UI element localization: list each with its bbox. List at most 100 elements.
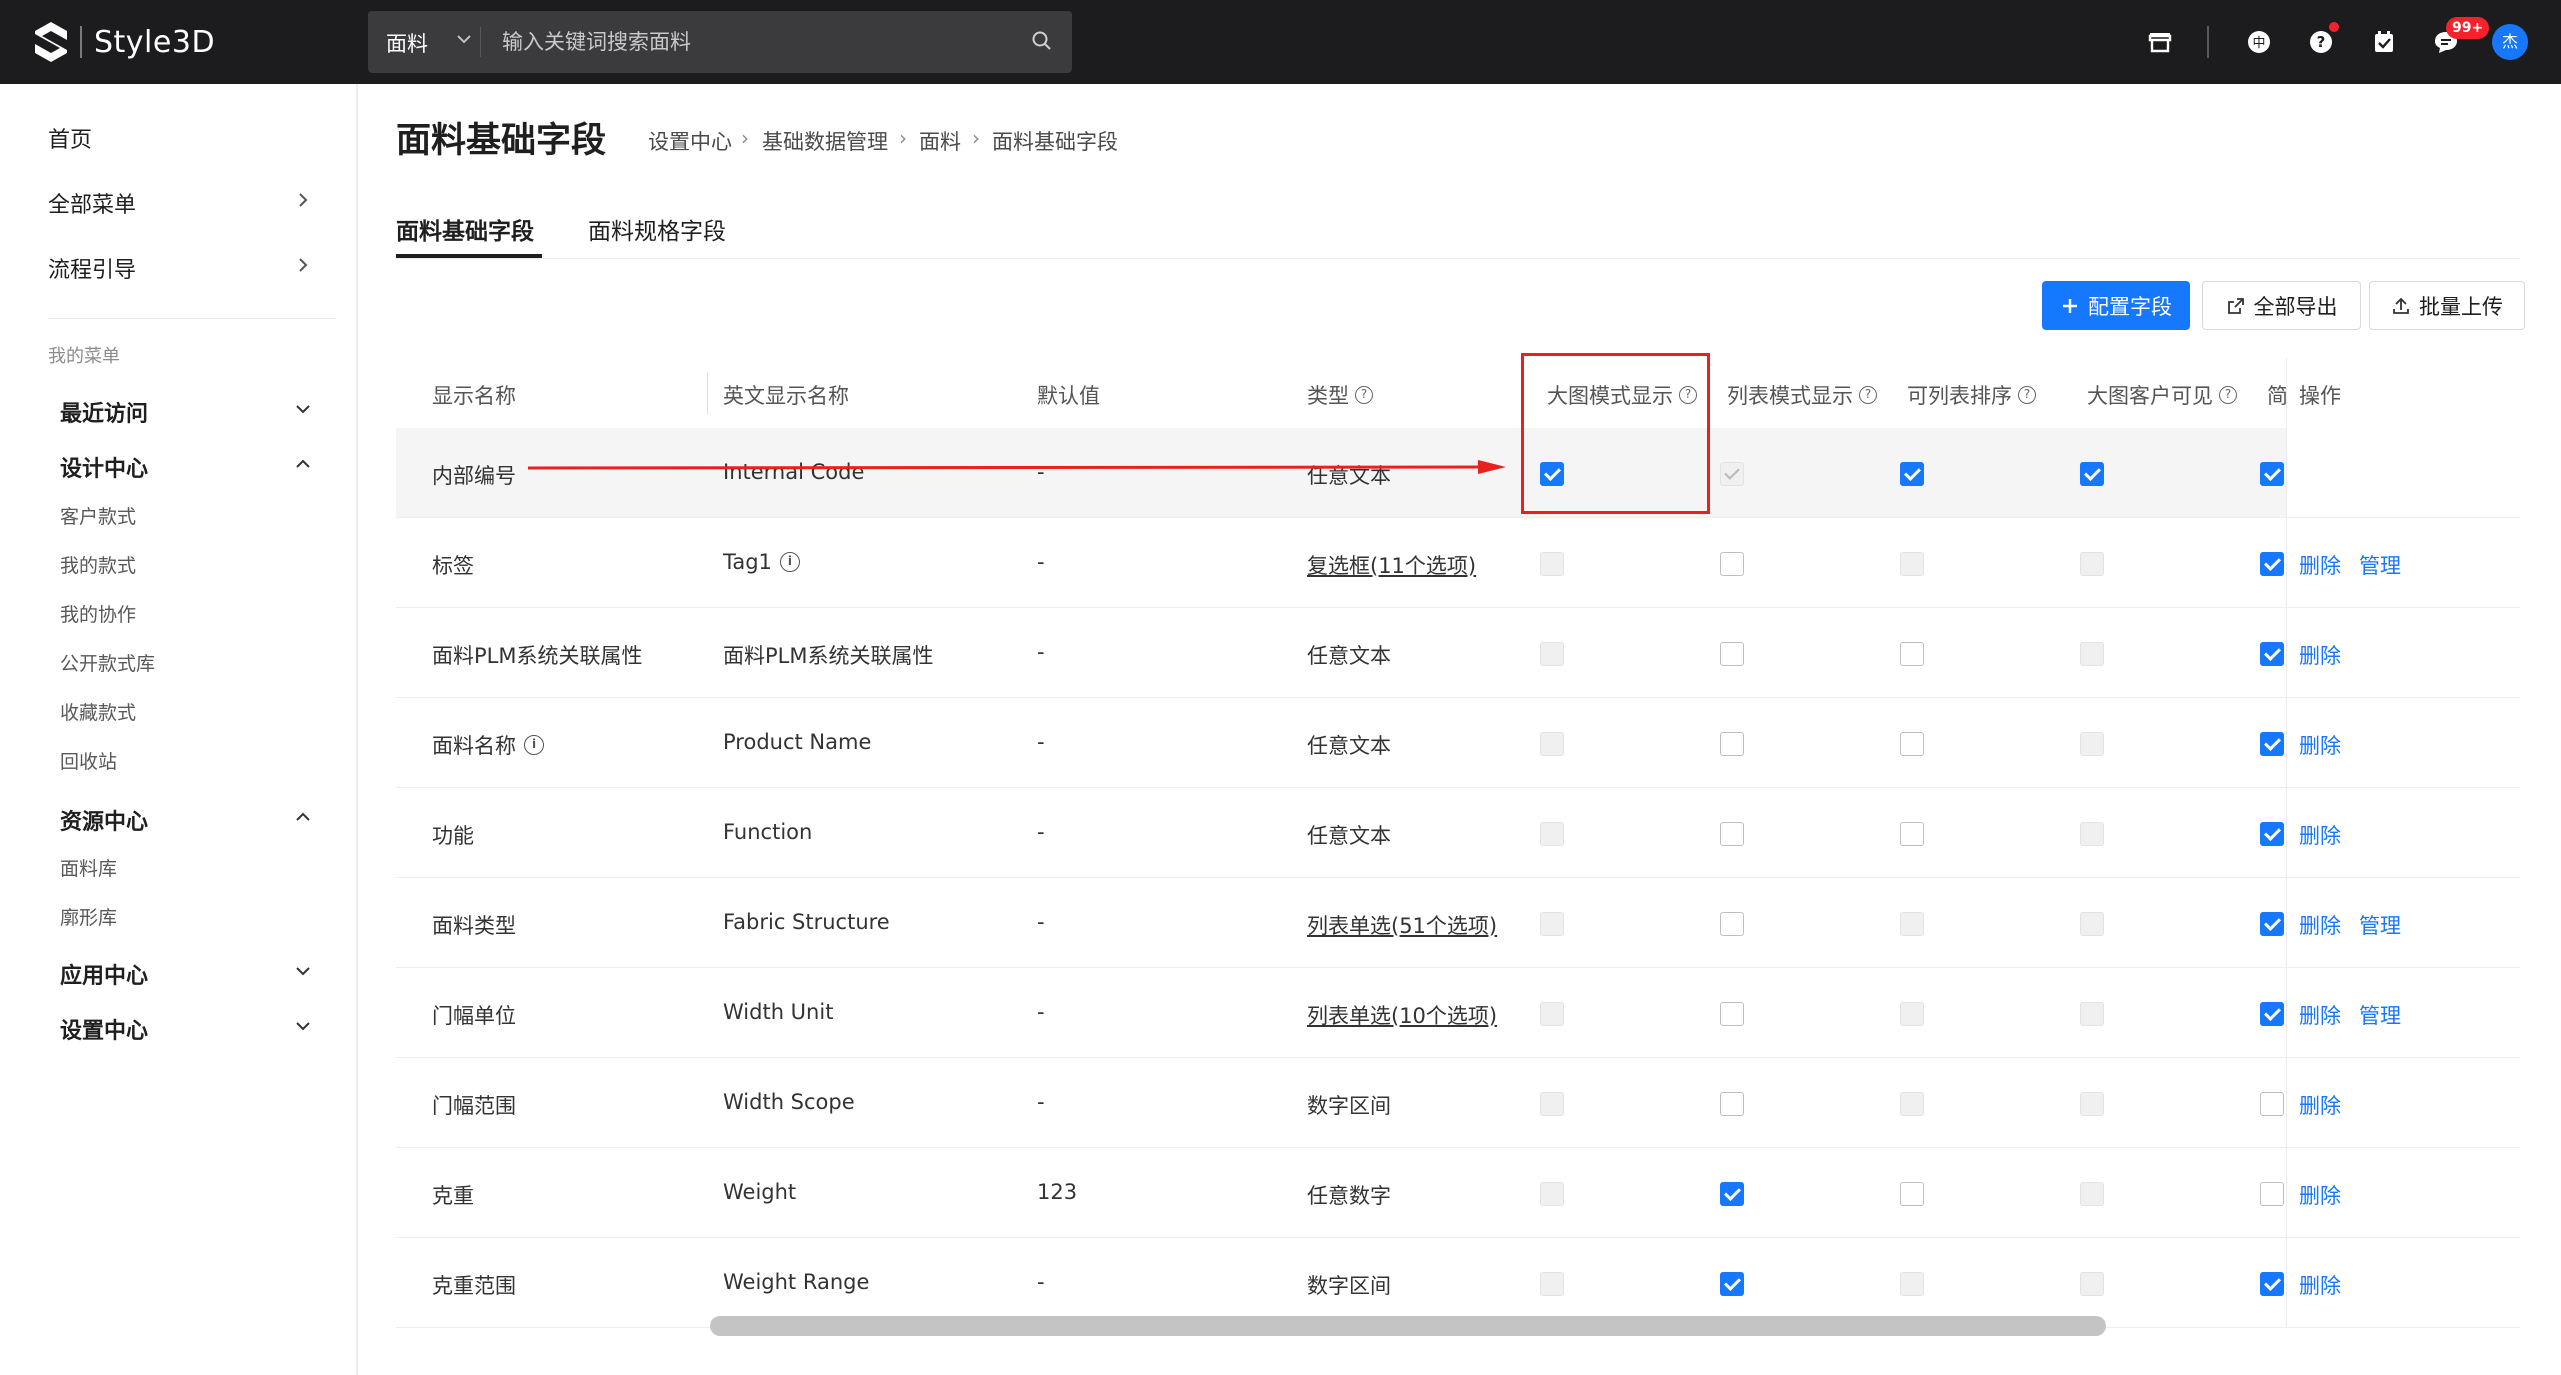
chevron-down-icon[interactable] [292,398,314,420]
chevron-down-icon[interactable] [292,960,314,982]
sidebar-group-settings[interactable]: 设置中心 [60,1013,148,1045]
table-row[interactable]: 面料名称 i Product Name - 任意文本 [396,698,2520,788]
checkbox-list[interactable] [1720,822,1744,846]
column-divider[interactable] [707,372,708,414]
checkbox-sort[interactable] [1900,462,1924,486]
sidebar-item-home[interactable]: 首页 [48,122,92,154]
table-row[interactable]: 克重范围 Weight Range - 数字区间 [396,1238,2520,1328]
sidebar-item-flow-guide[interactable]: 流程引导 [48,252,136,284]
checkbox-trunc[interactable] [2260,1182,2284,1206]
breadcrumb-fabric[interactable]: 面料 [919,126,961,156]
delete-link[interactable]: 删除 [2299,820,2341,850]
checkbox-list[interactable] [1720,552,1744,576]
checkbox-trunc[interactable] [2260,642,2284,666]
batch-upload-button[interactable]: 批量上传 [2369,281,2525,330]
search-bar[interactable]: 面料 [368,11,1072,73]
delete-link[interactable]: 删除 [2299,1270,2341,1300]
sidebar-group-recent[interactable]: 最近访问 [60,396,148,428]
sidebar-item-silhouette-library[interactable]: 廓形库 [60,903,117,930]
checkbox-sort[interactable] [1900,642,1924,666]
checkbox-list[interactable] [1720,642,1744,666]
table-row[interactable]: 面料PLM系统关联属性 面料PLM系统关联属性 - 任意文本 [396,608,2520,698]
checkbox-trunc[interactable] [2260,1092,2284,1116]
checkbox-sort[interactable] [1900,822,1924,846]
sidebar-item-all-menus[interactable]: 全部菜单 [48,187,136,219]
checkbox-list[interactable] [1720,1002,1744,1026]
col-header-client-visible[interactable]: 大图客户可见? [2087,380,2237,410]
task-icon[interactable] [2368,26,2400,58]
delete-link[interactable]: 删除 [2299,1180,2341,1210]
config-fields-button[interactable]: 配置字段 [2042,281,2190,330]
info-icon[interactable]: i [524,735,544,755]
store-icon[interactable] [2144,26,2176,58]
delete-link[interactable]: 删除 [2299,910,2341,940]
checkbox-list[interactable] [1720,1092,1744,1116]
question-icon[interactable]: ? [1355,386,1373,404]
checkbox-client[interactable] [2080,462,2104,486]
breadcrumb-basic-data[interactable]: 基础数据管理 [762,126,888,156]
horizontal-scrollbar[interactable] [710,1316,2106,1336]
logo[interactable]: Style3D [32,18,215,66]
sidebar-group-apps[interactable]: 应用中心 [60,958,148,990]
delete-link[interactable]: 删除 [2299,550,2341,580]
tab-fabric-basic-fields[interactable]: 面料基础字段 [396,212,534,246]
chevron-down-icon[interactable] [452,27,476,51]
checkbox-trunc[interactable] [2260,912,2284,936]
info-icon[interactable]: i [779,552,800,572]
table-row[interactable]: 标签 Tag1 i - 复选框(11个选项) [396,518,2520,608]
table-row[interactable]: 门幅范围 Width Scope - 数字区间 [396,1058,2520,1148]
delete-link[interactable]: 删除 [2299,1090,2341,1120]
manage-link[interactable]: 管理 [2359,1000,2401,1030]
checkbox-trunc[interactable] [2260,732,2284,756]
breadcrumb-settings[interactable]: 设置中心 [648,126,732,156]
delete-link[interactable]: 删除 [2299,730,2341,760]
chevron-up-icon[interactable] [292,453,314,475]
sidebar-item-client-styles[interactable]: 客户款式 [60,502,136,529]
chevron-up-icon[interactable] [292,806,314,828]
question-icon[interactable]: ? [2018,386,2036,404]
chevron-right-icon[interactable] [292,254,314,276]
sidebar-item-favorites[interactable]: 收藏款式 [60,698,136,725]
sidebar-item-my-styles[interactable]: 我的款式 [60,551,136,578]
search-input[interactable] [502,23,972,61]
checkbox-list[interactable] [1720,912,1744,936]
col-header-type[interactable]: 类型? [1307,380,1373,410]
checkbox-trunc[interactable] [2260,552,2284,576]
search-category-select[interactable]: 面料 [386,28,428,58]
question-icon[interactable]: ? [2219,386,2237,404]
table-row[interactable]: 功能 Function - 任意文本 [396,788,2520,878]
search-icon[interactable] [1030,29,1054,53]
col-header-sortable[interactable]: 可列表排序? [1907,380,2036,410]
table-row[interactable]: 面料类型 Fabric Structure - 列表单选(51个选项) [396,878,2520,968]
export-all-button[interactable]: 全部导出 [2202,281,2361,330]
tab-fabric-spec-fields[interactable]: 面料规格字段 [588,212,726,246]
cell-type[interactable]: 复选框(11个选项) [1307,550,1476,580]
col-header-list-mode[interactable]: 列表模式显示? [1727,380,1877,410]
manage-link[interactable]: 管理 [2359,910,2401,940]
language-icon[interactable]: 中 [2243,26,2275,58]
table-row[interactable]: 克重 Weight 123 任意数字 [396,1148,2520,1238]
cell-type[interactable]: 列表单选(51个选项) [1307,910,1497,940]
col-header-truncated[interactable]: 简 [2267,380,2288,410]
checkbox-list[interactable] [1720,732,1744,756]
chevron-down-icon[interactable] [292,1015,314,1037]
col-header-en-name[interactable]: 英文显示名称 [723,380,849,410]
question-icon[interactable]: ? [1859,386,1877,404]
checkbox-sort[interactable] [1900,732,1924,756]
delete-link[interactable]: 删除 [2299,1000,2341,1030]
cell-type[interactable]: 列表单选(10个选项) [1307,1000,1497,1030]
col-header-name[interactable]: 显示名称 [432,380,516,410]
sidebar-item-public-library[interactable]: 公开款式库 [60,649,155,676]
sidebar-group-design[interactable]: 设计中心 [60,451,148,483]
sidebar-item-my-collab[interactable]: 我的协作 [60,600,136,627]
checkbox-trunc[interactable] [2260,1272,2284,1296]
manage-link[interactable]: 管理 [2359,550,2401,580]
checkbox-list[interactable] [1720,1182,1744,1206]
col-header-default[interactable]: 默认值 [1037,380,1100,410]
checkbox-trunc[interactable] [2260,462,2284,486]
sidebar-group-resource[interactable]: 资源中心 [60,804,148,836]
checkbox-list[interactable] [1720,1272,1744,1296]
checkbox-trunc[interactable] [2260,1002,2284,1026]
sidebar-item-recycle-bin[interactable]: 回收站 [60,747,117,774]
sidebar-item-fabric-library[interactable]: 面料库 [60,854,117,881]
